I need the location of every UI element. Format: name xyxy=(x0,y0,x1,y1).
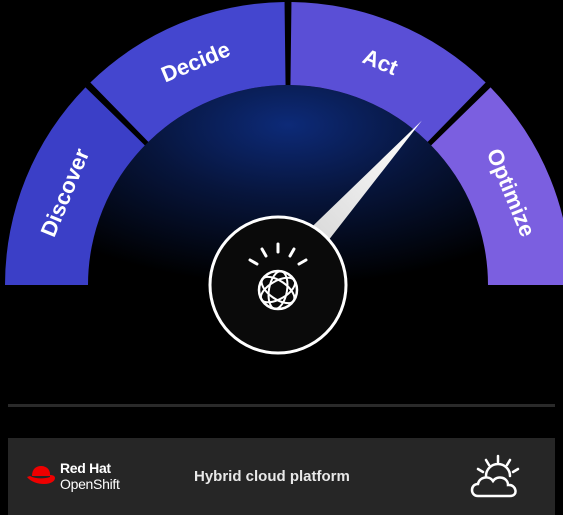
divider xyxy=(8,404,555,407)
platform-label: Hybrid cloud platform xyxy=(194,468,350,485)
gauge-dial: DiscoverDecide ActOptimize xyxy=(5,2,563,355)
red-hat-openshift-logo: Red Hat OpenShift xyxy=(26,460,166,496)
platform-bar: Red Hat OpenShift Hybrid cloud platform xyxy=(8,438,555,515)
red-hat-icon xyxy=(27,466,55,484)
hub-circle xyxy=(208,215,348,355)
brand-name: Red Hat xyxy=(60,460,111,476)
cloud-sun-icon xyxy=(470,454,520,498)
brand-product: OpenShift xyxy=(60,476,120,492)
gauge-hub xyxy=(208,215,348,355)
stage: Discover Decide Act Optimize Red Hat Ope… xyxy=(0,0,563,515)
